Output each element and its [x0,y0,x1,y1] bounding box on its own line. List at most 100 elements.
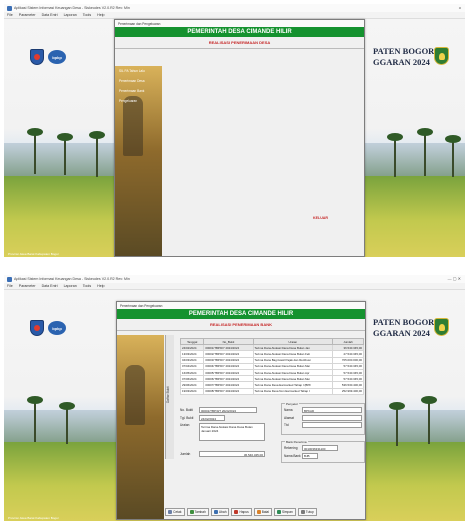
menu-help[interactable]: Help [97,13,104,18]
footer-text: Provinsi Jawa Barat Kabupaten Bogor [8,516,59,520]
bank-group: Bank Penerima Rekening 0010036331100 Nam… [281,439,365,463]
nama-bank-row: Nama Bank BJB [284,452,362,459]
palm-tree [387,133,403,177]
window-controls[interactable]: o [459,5,461,10]
menu-laporan[interactable]: Laporan [64,13,77,18]
nama-bank-label: Nama Bank [284,453,301,458]
alamat-label: Alamat [284,415,294,420]
menu-tools[interactable]: Tools [83,284,91,289]
palm-tree [421,396,437,444]
cetak-label: Cetak [173,510,182,514]
palm-tree [445,135,461,177]
hapus-label: Hapus [239,510,249,514]
footer-text: Provinsi Jawa Barat Kabupaten Bogor [8,252,59,256]
no-bukti-field[interactable]: 00001/TBP/0/7 2024/2024 [199,407,257,413]
palm-tree [389,402,405,446]
add-icon [189,510,194,514]
side-menu: SIL PA Tahun Lalu Penerimaan Desa Peneri… [115,66,162,256]
side-item-silpa[interactable]: SIL PA Tahun Lalu [115,66,162,76]
penyetor-ttd-row: Ttd [284,422,362,428]
dialog-title: Penerimaan dan Pengeluaran [115,20,364,27]
form-row-no-bukti: No. Bukti 00001/TBP/0/7 2024/2024 [180,407,270,413]
rekening-label: Rekening [284,446,298,450]
menu-help[interactable]: Help [97,284,104,289]
tutup-button[interactable]: Tutup [297,508,317,516]
menu-bar: File Parameter Data Entri Laporan Tools … [4,12,465,19]
dialog-subheader: REALISASI PENERIMAAN DESA [115,37,364,49]
palm-tree [27,396,43,442]
transaction-dialog: Penerimaan dan Pengeluaran PEMERINTAH DE… [114,19,365,257]
menu-laporan[interactable]: Laporan [64,284,77,289]
window-titlebar: Aplikasi Sistem Informasi Keuangan Desa … [4,4,465,12]
cetak-button[interactable]: Cetak [165,508,185,516]
palm-tree [417,128,433,176]
hapus-button[interactable]: Hapus [231,508,252,516]
alamat-field[interactable] [302,414,362,421]
rekening-row: Rekening 0010036331100 [284,445,362,451]
side-item-pengeluaran[interactable]: Pengeluaran [115,96,162,106]
rekening-field[interactable]: 0010036331100 [302,445,338,451]
dialog-body [163,66,364,256]
window-title: Aplikasi Sistem Informasi Keuangan Desa … [14,276,130,281]
cell-jumlah: 252.999.400,00 [332,387,364,395]
menu-file[interactable]: File [7,13,13,18]
dialog-body: Tanggal No_Bukti Uraian Jumlah 24/02/202… [177,335,365,519]
simpan-label: Simpan [281,510,293,514]
penyetor-caption: Penyetor [285,401,300,406]
table-row[interactable]: 19/03/2024 00008/TBP/0/7 2024/2024 Terim… [179,387,364,395]
side-item-penerimaan-desa[interactable]: Penerimaan Desa [115,76,162,86]
jumlah-field[interactable]: 36.540.345,00 [199,451,265,457]
dialog-title: Penerimaan dan Pengeluaran [117,302,365,309]
close-icon [300,510,305,514]
palm-tree [27,128,43,174]
nama-bank-field[interactable]: BJB [302,452,318,459]
uraian-label: Uraian [180,423,190,427]
batal-label: Batal [261,510,269,514]
tgl-bukti-label: Tgl. Bukti [180,416,194,420]
cancel-icon [256,510,261,514]
app-icon [7,5,12,11]
simpan-button[interactable]: Simpan [273,508,296,516]
nama-field[interactable]: BPKAD [302,407,362,413]
regency-logo [434,318,449,336]
form-row-tgl-bukti: Tgl. Bukti 24/02/2024 [180,415,270,421]
menu-bar: File Parameter Data Entri Laporan Tools … [4,283,465,290]
uraian-field[interactable]: Terima Dana Alokasi Dana Desa Bulan Janu… [199,423,265,441]
selection-tab[interactable]: Daftar Bukti [165,335,174,459]
regency-name: PATEN BOGOR [373,317,435,327]
no-bukti-label: No. Bukti [180,408,193,412]
menu-parameter[interactable]: Parameter [19,284,36,289]
tgl-bukti-field[interactable]: 24/02/2024 [199,415,225,421]
penyetor-alamat-row: Alamat [284,414,362,421]
side-menu [117,335,164,519]
window-controls[interactable]: — ▢ ✕ [448,276,461,281]
menu-tools[interactable]: Tools [83,13,91,18]
ubah-label: Ubah [218,510,227,514]
ttd-field[interactable] [302,422,362,428]
form-row-jumlah: Jumlah 36.540.345,00 [180,451,270,457]
batal-button[interactable]: Batal [253,508,272,516]
save-icon [276,510,281,514]
menu-parameter[interactable]: Parameter [19,13,36,18]
ubah-button[interactable]: Ubah [210,508,230,516]
cell-tanggal: 19/03/2024 [179,387,205,395]
side-item-penerimaan-bank[interactable]: Penerimaan Bank [115,86,162,96]
exit-button[interactable]: KELUAR [313,216,328,220]
penyetor-nama-row: Nama BPKAD [284,407,362,413]
tambah-button[interactable]: Tambah [186,508,209,516]
screenshot-2: Aplikasi Sistem Informasi Keuangan Desa … [4,275,465,521]
menu-file[interactable]: File [7,284,13,289]
delete-icon [234,510,239,514]
dialog-subheader: REALISASI PENERIMAAN BANK [117,319,365,331]
province-logo [30,320,44,336]
cell-no-bukti: 00008/TBP/0/7 2024/2024 [203,387,254,395]
menu-data-entri[interactable]: Data Entri [42,13,58,18]
ttd-label: Ttd [284,423,289,427]
penyetor-group: Penyetor Nama BPKAD Alamat Ttd [281,401,365,435]
screenshot-1: Aplikasi Sistem Informasi Keuangan Desa … [4,4,465,257]
form-row-uraian: Uraian Terima Dana Alokasi Dana Desa Bul… [180,423,270,441]
menu-data-entri[interactable]: Data Entri [42,284,58,289]
receipt-table: Tanggal No_Bukti Uraian Jumlah 24/02/202… [179,337,364,395]
jumlah-label: Jumlah [180,452,191,456]
tutup-label: Tutup [305,510,314,514]
